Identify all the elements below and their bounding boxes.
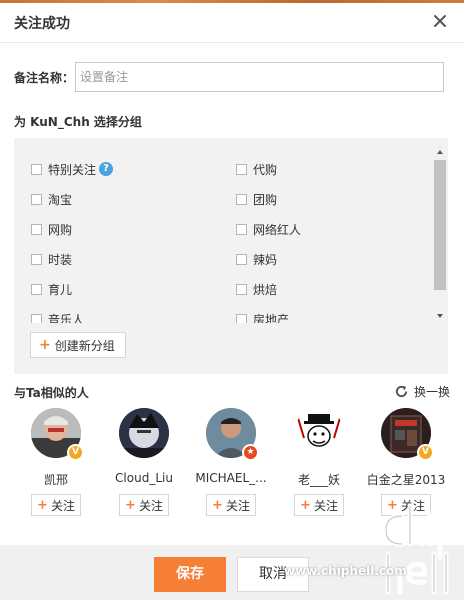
group-item-taobao[interactable]: 淘宝 bbox=[31, 190, 72, 208]
follow-label: 关注 bbox=[225, 498, 250, 513]
dialog-title: 关注成功 bbox=[14, 16, 70, 32]
plus-icon: + bbox=[125, 497, 136, 513]
dialog-header: 关注成功 bbox=[0, 3, 464, 43]
group-item-hongbei[interactable]: 烘焙 bbox=[236, 280, 277, 298]
follow-button[interactable]: + 关注 bbox=[294, 494, 344, 516]
group-item-wanghong[interactable]: 网络红人 bbox=[236, 220, 301, 238]
group-item-wanggou[interactable]: 网购 bbox=[31, 220, 72, 238]
scroll-down-arrow-icon[interactable] bbox=[435, 312, 445, 320]
group-label: 团购 bbox=[253, 192, 278, 207]
remark-row: 备注名称： bbox=[14, 62, 444, 92]
group-label: 时装 bbox=[48, 252, 73, 267]
checkbox[interactable] bbox=[236, 193, 247, 205]
checkbox[interactable] bbox=[31, 193, 42, 205]
verified-badge-icon: V bbox=[67, 444, 84, 461]
similar-person: 老___妖 + 关注 bbox=[275, 408, 363, 518]
save-button[interactable]: 保存 bbox=[154, 557, 226, 592]
plus-icon: + bbox=[300, 497, 311, 513]
group-item-special[interactable]: 特别关注 ? bbox=[31, 160, 114, 178]
checkbox[interactable] bbox=[236, 283, 247, 295]
group-label: 烘焙 bbox=[253, 282, 278, 297]
refresh-icon bbox=[395, 385, 408, 398]
plus-icon: + bbox=[212, 497, 223, 513]
checkbox[interactable] bbox=[31, 253, 42, 265]
close-button[interactable] bbox=[430, 11, 450, 31]
checkbox[interactable] bbox=[236, 223, 247, 235]
group-label: 代购 bbox=[253, 162, 278, 177]
person-name[interactable]: 白金之星2013 bbox=[362, 471, 450, 488]
follow-button[interactable]: + 关注 bbox=[119, 494, 169, 516]
refresh-label: 换一换 bbox=[413, 385, 450, 399]
checkbox[interactable] bbox=[31, 313, 42, 323]
group-box: 特别关注 ? 代购 淘宝 团购 网购 网络红人 时装 辣妈 育儿 烘焙 音乐人 … bbox=[14, 138, 448, 374]
group-item-fangdichan[interactable]: 房地产 bbox=[236, 310, 289, 323]
checkbox[interactable] bbox=[31, 223, 42, 235]
group-label: 育儿 bbox=[48, 282, 73, 297]
remark-label: 备注名称： bbox=[14, 71, 75, 85]
group-label: 淘宝 bbox=[48, 192, 73, 207]
create-group-button[interactable]: + 创建新分组 bbox=[30, 332, 126, 358]
follow-label: 关注 bbox=[138, 498, 163, 513]
follow-button[interactable]: + 关注 bbox=[31, 494, 81, 516]
group-section-title: 为 KuN_Chh 选择分组 bbox=[14, 115, 142, 129]
avatar[interactable] bbox=[294, 408, 344, 458]
group-label: 房地产 bbox=[253, 312, 290, 324]
group-item-daigou[interactable]: 代购 bbox=[236, 160, 277, 178]
person-name[interactable]: 凯邢 bbox=[12, 471, 100, 488]
group-item-shizhuang[interactable]: 时装 bbox=[31, 250, 72, 268]
checkbox[interactable] bbox=[31, 283, 42, 295]
avatar-image bbox=[294, 408, 344, 458]
checkbox[interactable] bbox=[236, 313, 247, 323]
group-item-tuangou[interactable]: 团购 bbox=[236, 190, 277, 208]
help-icon[interactable]: ? bbox=[99, 162, 114, 176]
similar-person: ★ MICHAEL_... + 关注 bbox=[187, 408, 275, 518]
verified-badge-icon: V bbox=[417, 444, 434, 461]
follow-button[interactable]: + 关注 bbox=[206, 494, 256, 516]
similar-person: Cloud_Liu + 关注 bbox=[100, 408, 188, 518]
plus-icon: + bbox=[39, 337, 51, 353]
group-item-yuer[interactable]: 育儿 bbox=[31, 280, 72, 298]
scroll-up-arrow-icon[interactable] bbox=[435, 148, 445, 156]
similar-person: V 凯邢 + 关注 bbox=[12, 408, 100, 518]
group-item-lama[interactable]: 辣妈 bbox=[236, 250, 277, 268]
checkbox[interactable] bbox=[236, 253, 247, 265]
person-name[interactable]: 老___妖 bbox=[275, 471, 363, 488]
group-label: 辣妈 bbox=[253, 252, 278, 267]
refresh-button[interactable]: 换一换 bbox=[394, 383, 450, 400]
star-badge-icon: ★ bbox=[242, 444, 259, 461]
group-label: 音乐人 bbox=[48, 312, 85, 324]
similar-section-title: 与Ta相似的人 bbox=[14, 386, 89, 400]
remark-input[interactable] bbox=[75, 62, 444, 92]
checkbox[interactable] bbox=[236, 163, 247, 175]
follow-label: 关注 bbox=[313, 498, 338, 513]
checkbox[interactable] bbox=[31, 163, 42, 175]
create-group-label: 创建新分组 bbox=[54, 338, 115, 353]
group-item-yinyueren[interactable]: 音乐人 bbox=[31, 310, 84, 323]
group-list[interactable]: 特别关注 ? 代购 淘宝 团购 网购 网络红人 时装 辣妈 育儿 烘焙 音乐人 … bbox=[14, 138, 432, 323]
close-icon bbox=[434, 15, 446, 27]
person-name[interactable]: MICHAEL_... bbox=[187, 471, 275, 485]
avatar[interactable] bbox=[119, 408, 169, 458]
group-scrollbar[interactable] bbox=[434, 148, 446, 318]
group-label: 网购 bbox=[48, 222, 73, 237]
follow-label: 关注 bbox=[50, 498, 75, 513]
watermark-text: www.chiphell.com bbox=[284, 564, 407, 578]
group-label: 网络红人 bbox=[253, 222, 302, 237]
person-name[interactable]: Cloud_Liu bbox=[100, 471, 188, 485]
avatar-image bbox=[119, 408, 169, 458]
plus-icon: + bbox=[37, 497, 48, 513]
scroll-thumb[interactable] bbox=[434, 160, 446, 290]
group-label: 特别关注 bbox=[48, 162, 97, 177]
chiphell-logo-icon bbox=[383, 503, 457, 595]
